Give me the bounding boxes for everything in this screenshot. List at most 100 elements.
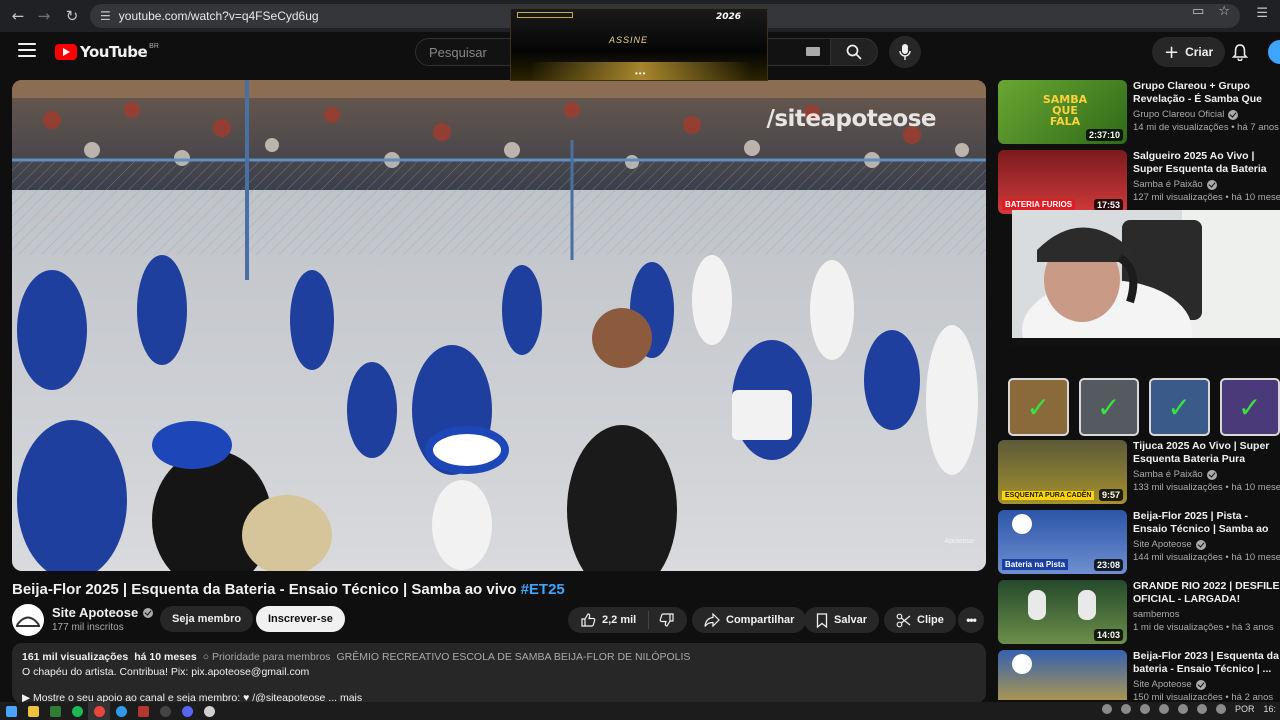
account-avatar[interactable] [1268, 40, 1280, 64]
recommendation-thumbnail[interactable]: ESQUENTA PURA CADÊN 9:57 [998, 440, 1127, 504]
obs-icon[interactable] [154, 702, 176, 720]
recommendation-channel[interactable]: Site Apoteose [1133, 539, 1280, 550]
recommendation-channel[interactable]: Grupo Clareou Oficial [1133, 109, 1280, 120]
thumbnail-figure [1028, 590, 1046, 620]
recommendation-item[interactable]: ESQUENTA PURA CADÊN 9:57 Tijuca 2025 Ao … [998, 440, 1280, 504]
games-strip: ✓ ✓ ✓ ✓ [1008, 378, 1280, 438]
video-player[interactable]: /siteapoteose Apoteose [12, 80, 986, 571]
subscriber-count: 177 mil inscritos [52, 622, 124, 633]
os-taskbar: POR 16: [0, 702, 1280, 720]
recommendation-thumbnail[interactable] [998, 650, 1127, 700]
checkmark-icon: ✓ [1026, 390, 1050, 424]
subscribe-button[interactable]: Inscrever-se [256, 606, 345, 632]
tray-icon[interactable] [1120, 704, 1131, 714]
video-watermark: /siteapoteose [766, 106, 936, 132]
channel-name[interactable]: Site Apoteose [52, 605, 154, 620]
verified-icon [1206, 469, 1217, 480]
recommendation-meta: 127 mil visualizações • há 10 meses [1133, 192, 1280, 203]
voice-search-button[interactable] [889, 36, 921, 68]
spotify-icon[interactable] [66, 702, 88, 720]
game-tile[interactable]: ✓ [1149, 378, 1210, 436]
video-title: Beija-Flor 2025 | Esquenta da Bateria - … [12, 581, 565, 598]
tray-icon[interactable] [1139, 704, 1150, 714]
tray-icon[interactable] [1101, 704, 1112, 714]
search-button[interactable] [830, 38, 878, 66]
input-language[interactable]: POR [1235, 704, 1255, 714]
recommendation-thumbnail[interactable]: Bateria na Pista 23:08 [998, 510, 1127, 574]
recommendation-channel[interactable]: Samba é Paixão [1133, 469, 1280, 480]
site-info-icon[interactable]: ☰ [100, 9, 111, 23]
dislike-button[interactable] [649, 612, 687, 628]
recommendation-thumbnail[interactable]: SAMBA QUE FALA 2:37:10 [998, 80, 1127, 144]
game-tile[interactable]: ✓ [1219, 378, 1280, 436]
recommendation-item[interactable]: SAMBA QUE FALA 2:37:10 Grupo Clareou + G… [998, 80, 1280, 144]
description-box[interactable]: 161 mil visualizações há 10 meses ○ Prio… [12, 643, 986, 703]
verified-icon [143, 607, 154, 618]
clock[interactable]: 16: [1263, 704, 1276, 714]
recommendation-thumbnail[interactable]: BATERIA FURIOS 17:53 [998, 150, 1127, 214]
youtube-play-icon [55, 44, 77, 60]
recommendation-item[interactable]: BATERIA FURIOS 17:53 Salgueiro 2025 Ao V… [998, 150, 1280, 214]
clip-button[interactable]: Clipe [884, 607, 956, 633]
video-duration: 23:08 [1093, 559, 1123, 571]
app-icon[interactable] [132, 702, 154, 720]
chrome-icon[interactable] [88, 702, 110, 720]
like-count: 2,2 mil [602, 614, 637, 626]
app-icon[interactable] [44, 702, 66, 720]
keyboard-icon[interactable] [806, 47, 820, 56]
bookmark-icon [816, 612, 828, 628]
windows-start-icon[interactable] [0, 702, 22, 720]
cast-icon[interactable]: ▭ [1192, 4, 1204, 19]
recommendation-title[interactable]: Beija-Flor 2023 | Esquenta da bateria - … [1133, 650, 1280, 676]
recommendation-thumbnail[interactable]: 14:03 [998, 580, 1127, 644]
recommendation-item[interactable]: 14:03 GRANDE RIO 2022 | DESFILE OFICIAL … [998, 580, 1280, 644]
join-button[interactable]: Seja membro [160, 606, 254, 632]
like-button[interactable]: 2,2 mil [568, 611, 650, 629]
edge-icon[interactable] [110, 702, 132, 720]
volume-icon[interactable] [1215, 704, 1226, 714]
tray-icon[interactable] [1196, 704, 1207, 714]
channel-avatar[interactable] [12, 604, 44, 636]
search-icon [846, 44, 862, 60]
recommendation-item[interactable]: Beija-Flor 2023 | Esquenta da bateria - … [998, 650, 1280, 700]
menu-icon[interactable] [18, 43, 36, 57]
game-tile[interactable]: ✓ [1078, 378, 1139, 436]
recommendation-title[interactable]: Grupo Clareou + Grupo Revelação - É Samb… [1133, 80, 1280, 106]
create-button[interactable]: + Criar [1152, 37, 1226, 67]
more-actions-button[interactable]: ••• [958, 607, 984, 633]
settings-gear-icon[interactable] [198, 702, 220, 720]
clip-label: Clipe [917, 614, 944, 626]
ad-cta[interactable]: ASSINE [609, 35, 648, 45]
bookmark-star-icon[interactable]: ☆ [1218, 4, 1230, 19]
organization-name: GRÊMIO RECREATIVO ESCOLA DE SAMBA BEIJA-… [336, 651, 691, 663]
save-button[interactable]: Salvar [804, 607, 880, 633]
notifications-button[interactable] [1226, 38, 1254, 66]
verified-icon [1195, 679, 1206, 690]
recommendation-title[interactable]: Salgueiro 2025 Ao Vivo | Super Esquenta … [1133, 150, 1280, 176]
recommendation-title[interactable]: Tijuca 2025 Ao Vivo | Super Esquenta Bat… [1133, 440, 1280, 466]
youtube-logo[interactable]: YouTube BR [55, 43, 159, 61]
back-icon[interactable]: ← [4, 2, 32, 30]
recommendation-text: Tijuca 2025 Ao Vivo | Super Esquenta Bat… [1133, 440, 1280, 493]
video-duration: 2:37:10 [1085, 129, 1123, 141]
recommendation-title[interactable]: GRANDE RIO 2022 | DESFILE OFICIAL - LARG… [1133, 580, 1280, 606]
recommendation-item[interactable]: Bateria na Pista 23:08 Beija-Flor 2025 |… [998, 510, 1280, 574]
game-tile[interactable]: ✓ [1008, 378, 1069, 436]
forward-icon[interactable]: → [30, 2, 58, 30]
recommendation-channel[interactable]: Site Apoteose [1133, 679, 1280, 690]
tray-icon[interactable] [1177, 704, 1188, 714]
tray-icon[interactable] [1158, 704, 1169, 714]
extensions-icon[interactable]: ☰ [1256, 6, 1268, 21]
file-explorer-icon[interactable] [22, 702, 44, 720]
discord-icon[interactable] [176, 702, 198, 720]
recommendation-channel-name: Samba é Paixão [1133, 469, 1203, 480]
url-text: youtube.com/watch?v=q4FSeCyd6ug [118, 9, 319, 23]
share-button[interactable]: Compartilhar [692, 607, 807, 633]
ad-banner[interactable]: 2026 ASSINE ••• [510, 8, 768, 81]
recommendation-channel-name: Site Apoteose [1133, 539, 1192, 550]
recommendation-channel[interactable]: Samba é Paixão [1133, 179, 1280, 190]
reload-icon[interactable]: ↻ [58, 2, 86, 30]
recommendation-title[interactable]: Beija-Flor 2025 | Pista - Ensaio Técnico… [1133, 510, 1280, 536]
video-hashtag[interactable]: #ET25 [521, 581, 565, 598]
recommendation-channel[interactable]: sambemos [1133, 609, 1280, 620]
